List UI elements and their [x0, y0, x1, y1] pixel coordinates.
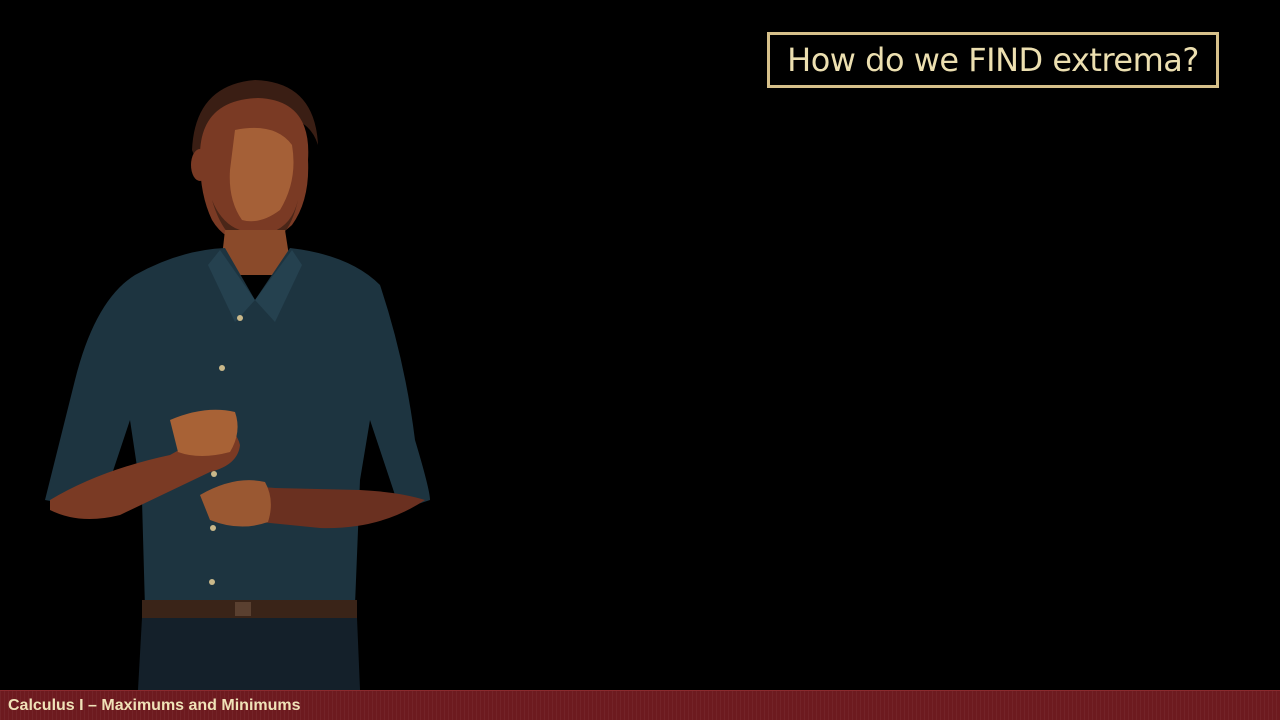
shirt-button	[211, 471, 217, 477]
slide-title-box: How do we FIND extrema?	[767, 32, 1219, 88]
footer-course-title: Calculus I – Maximums and Minimums	[8, 697, 301, 714]
shirt-button	[219, 365, 225, 371]
shirt-button	[237, 315, 243, 321]
video-frame: How do we FIND extrema? Calculus I – Max…	[0, 0, 1280, 720]
shirt-button	[210, 525, 216, 531]
footer-bar: Calculus I – Maximums and Minimums	[0, 690, 1280, 720]
presenter-ear	[191, 149, 209, 181]
presenter-figure	[45, 80, 430, 690]
presenter-trousers	[138, 618, 360, 690]
slide-title: How do we FIND extrema?	[787, 41, 1199, 79]
shirt-button	[209, 579, 215, 585]
presenter-left-hand	[170, 409, 238, 456]
belt-buckle	[235, 602, 251, 616]
